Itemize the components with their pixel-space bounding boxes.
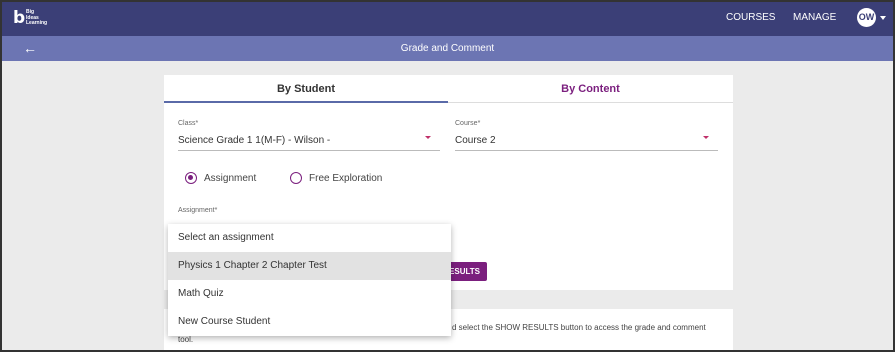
radio-assignment[interactable] <box>185 172 197 184</box>
big-ideas-learning-logo[interactable]: b Big Ideas Learning <box>13 8 53 29</box>
user-avatar[interactable]: OW <box>857 8 876 27</box>
radio-free-exploration-label: Free Exploration <box>309 173 383 184</box>
class-underline <box>178 150 440 151</box>
logo-line-3: Learning <box>26 20 48 26</box>
nav-manage[interactable]: MANAGE <box>793 12 836 23</box>
radio-assignment-label: Assignment <box>204 173 257 184</box>
course-underline <box>455 150 718 151</box>
nav-courses[interactable]: COURSES <box>726 12 775 23</box>
top-navigation-bar: b Big Ideas Learning COURSES MANAGE OW <box>0 0 895 36</box>
course-select[interactable]: Course 2 <box>455 135 496 146</box>
page-title: Grade and Comment <box>400 43 495 54</box>
assignment-label: Assignment* <box>178 207 218 214</box>
course-label: Course* <box>455 120 481 127</box>
assignment-option[interactable]: New Course Student <box>168 308 451 336</box>
assignment-option-highlighted[interactable]: Physics 1 Chapter 2 Chapter Test <box>168 252 451 280</box>
assignment-dropdown-menu: Select an assignment Physics 1 Chapter 2… <box>168 224 451 336</box>
class-dropdown-chevron-icon[interactable] <box>425 136 431 139</box>
tab-by-student[interactable]: By Student <box>164 75 448 103</box>
assignment-option[interactable]: Select an assignment <box>168 224 451 252</box>
class-label: Class* <box>178 120 199 127</box>
class-select[interactable]: Science Grade 1 1(M-F) - Wilson - <box>178 135 330 146</box>
radio-free-exploration[interactable] <box>290 172 302 184</box>
instructions-text-continued: tool. <box>178 335 194 344</box>
course-dropdown-chevron-icon[interactable] <box>703 136 709 139</box>
account-menu-chevron-down-icon[interactable] <box>880 16 886 20</box>
instructions-text: d select the SHOW RESULTS button to acce… <box>452 323 706 332</box>
tab-by-content[interactable]: By Content <box>448 75 733 103</box>
page-header-bar: ← Grade and Comment <box>0 36 895 61</box>
logo-mark: b <box>13 8 26 28</box>
assignment-option[interactable]: Math Quiz <box>168 280 451 308</box>
